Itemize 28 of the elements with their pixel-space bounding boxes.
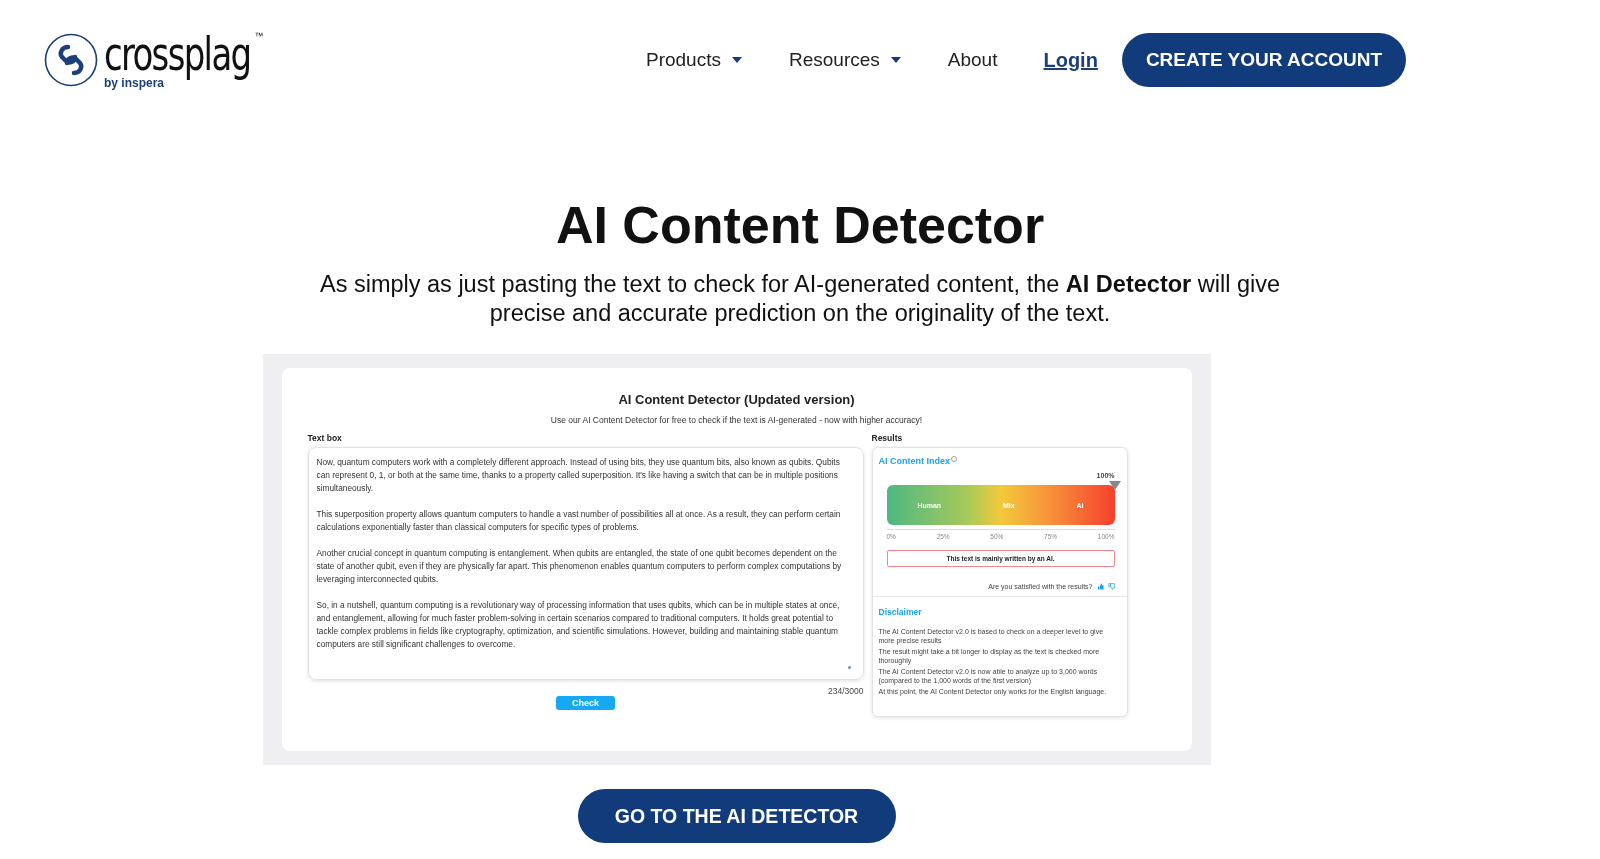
trademark-sign: ™ <box>254 31 264 41</box>
text-paragraph: So, in a nutshell, quantum computing is a revolutionary way of processing information that uses qubits, which can be in multiple states at once, and entanglement, allowing for much faster problem-solving in certain scenarios compared to traditional computers. It holds great potential to tackle complex problems in fields like cryptography, optimization, and scientific simulations. However, building and maintaining stable quantum computers are still significant challenges to overcome. <box>316 599 841 651</box>
pointer-icon <box>1108 481 1121 490</box>
text-paragraph: This superposition property allows quantum computers to handle a vast number of possibilities all at once. As a result, they can perform certain calculations exponentially faster than classical computers for specific types of problems. <box>316 508 842 534</box>
thumbs-up-icon[interactable] <box>1096 583 1104 590</box>
create-account-button[interactable]: CREATE YOUR ACCOUNT <box>1121 33 1406 87</box>
tool-subtitle: Use our AI Content Detector for free to check if the text is AI-generated - now with higher accuracy! <box>550 415 923 425</box>
word-counter: 234/3000 <box>828 686 864 696</box>
page-subtitle: As simply as just pasting the text to check for AI-generated content, the AI Detector will give precise and accurate prediction on the originality of the text. <box>318 270 1282 328</box>
text-box-label: Text box <box>307 433 343 443</box>
page-title: AI Content Detector <box>555 195 1045 256</box>
login-link[interactable]: Login <box>1043 48 1098 72</box>
thumbs-down-icon[interactable] <box>1107 583 1115 590</box>
disclaimer-title: Disclaimer <box>878 607 923 617</box>
nav-menu-item[interactable]: Resources <box>788 49 902 71</box>
text-paragraph: Another crucial concept in quantum computing is entanglement. When qubits are entangled, the state of one qubit becomes dependent on the state of another qubit, even if they are physically far apart. This phenomenon enables quantum computers to perform complex computations by leveraging interconnected qubits. <box>316 547 843 586</box>
text-paragraph: Now, quantum computers work with a completely different approach. Instead of using bits, they use quantum bits, also known as qubits. Qubits can represent 0, 1, or both at the same time, thanks to a property called superposition. It's like having a switch that can be in multiple positions simultaneously. <box>316 456 841 495</box>
index-title: AI Content Index <box>878 456 950 466</box>
info-icon[interactable] <box>951 456 957 462</box>
logo-icon[interactable] <box>44 33 98 87</box>
logo-byline: by inspera <box>104 77 165 89</box>
resize-handle-icon <box>847 666 851 669</box>
nav-menu-item[interactable]: Products <box>646 49 743 71</box>
nav-menu-item[interactable]: About <box>947 49 998 71</box>
go-to-detector-button[interactable]: GO TO THE AI DETECTOR <box>577 789 896 843</box>
results-label: Results <box>871 433 904 443</box>
text-input-box[interactable] <box>307 447 864 680</box>
tool-title: AI Content Detector (Updated version) <box>618 392 855 407</box>
